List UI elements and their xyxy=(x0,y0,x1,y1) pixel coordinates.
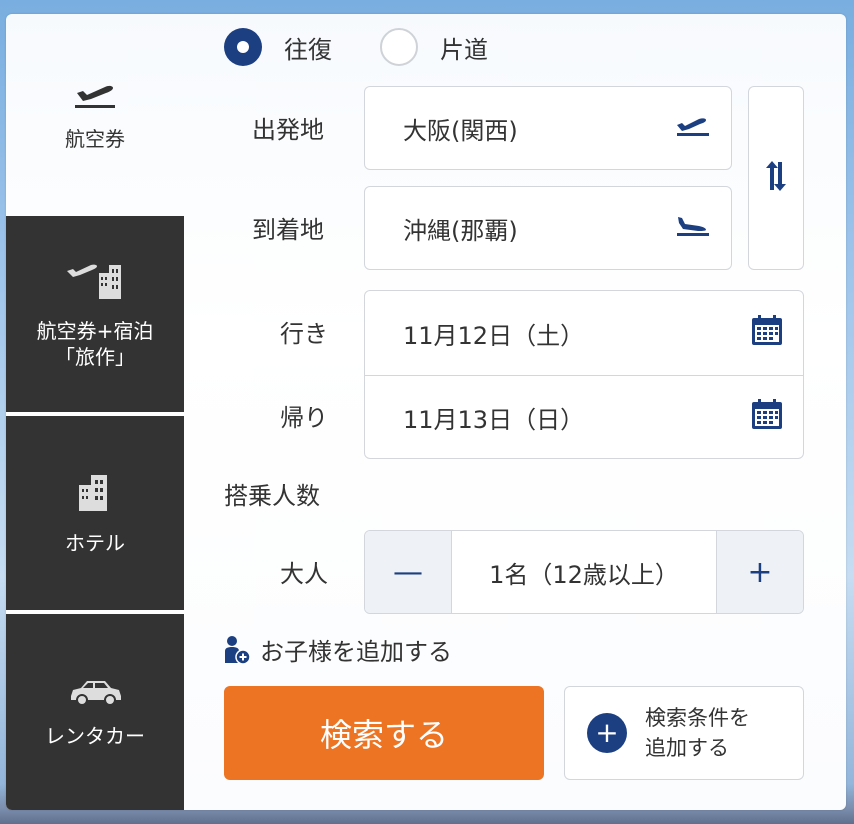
arrival-value: 沖縄(那覇) xyxy=(403,216,518,245)
radio-selected-indicator xyxy=(224,28,262,66)
add-conditions-line1: 検索条件を xyxy=(645,706,750,730)
radio-unselected-indicator xyxy=(380,28,418,66)
return-date-field[interactable]: 11月13日（日） xyxy=(364,375,804,459)
plus-circle-icon: + xyxy=(587,713,627,753)
calendar-icon xyxy=(751,398,783,436)
tab-label-line2: 「旅作」 xyxy=(55,344,135,369)
return-label: 帰り xyxy=(280,404,328,432)
tab-hotel[interactable]: ホテル xyxy=(6,416,184,610)
decrement-button[interactable]: — xyxy=(365,531,451,613)
tab-flights[interactable]: 航空券 xyxy=(6,14,184,216)
car-icon xyxy=(67,676,123,711)
adult-count-value: 1名（12歳以上） xyxy=(451,531,717,613)
tab-label: 航空券 xyxy=(65,126,125,151)
radio-round-trip[interactable]: 往復 xyxy=(224,28,332,66)
swap-arrows-icon xyxy=(765,160,787,196)
arrival-label: 到着地 xyxy=(252,216,324,244)
tab-label-line1: 航空券+宿泊 xyxy=(36,318,154,343)
outbound-date-field[interactable]: 11月12日（土） xyxy=(364,290,804,376)
passengers-heading: 搭乗人数 xyxy=(224,482,320,510)
search-panel: 航空券 航空券+宿泊 「旅作」 ホテル レンタカー 往復 片道 出発地 大阪(関… xyxy=(6,14,846,810)
tab-label: レンタカー xyxy=(45,723,145,748)
return-date-value: 11月13日（日） xyxy=(403,405,585,434)
add-child-label: お子様を追加する xyxy=(260,638,452,666)
adult-stepper: — 1名（12歳以上） + xyxy=(364,530,804,614)
radio-label: 片道 xyxy=(440,35,488,64)
tab-rental-car[interactable]: レンタカー xyxy=(6,614,184,810)
calendar-icon xyxy=(751,314,783,352)
add-conditions-label: 検索条件を 追加する xyxy=(645,703,750,763)
sidebar: 航空券 航空券+宿泊 「旅作」 ホテル レンタカー xyxy=(6,14,184,810)
plane-icon xyxy=(73,79,117,114)
outbound-label: 行き xyxy=(280,320,328,348)
radio-label: 往復 xyxy=(284,35,332,64)
swap-button[interactable] xyxy=(748,86,804,270)
tab-label: ホテル xyxy=(65,530,125,555)
departure-field[interactable]: 大阪(関西) xyxy=(364,86,732,170)
add-conditions-line2: 追加する xyxy=(645,736,729,760)
plane-hotel-icon xyxy=(65,259,125,306)
departure-label: 出発地 xyxy=(252,116,324,144)
hotel-icon xyxy=(75,471,115,518)
arrival-field[interactable]: 沖縄(那覇) xyxy=(364,186,732,270)
add-child-link[interactable]: お子様を追加する xyxy=(222,632,452,667)
radio-one-way[interactable]: 片道 xyxy=(380,28,488,66)
increment-button[interactable]: + xyxy=(717,531,803,613)
outbound-date-value: 11月12日（土） xyxy=(403,321,585,350)
search-button[interactable]: 検索する xyxy=(224,686,544,780)
adult-label: 大人 xyxy=(280,560,328,588)
departure-value: 大阪(関西) xyxy=(403,116,518,145)
child-add-icon xyxy=(222,635,252,665)
plane-takeoff-icon xyxy=(675,113,711,143)
add-conditions-button[interactable]: + 検索条件を 追加する xyxy=(564,686,804,780)
plane-landing-icon xyxy=(675,213,711,243)
tab-flight-hotel[interactable]: 航空券+宿泊 「旅作」 xyxy=(6,216,184,412)
